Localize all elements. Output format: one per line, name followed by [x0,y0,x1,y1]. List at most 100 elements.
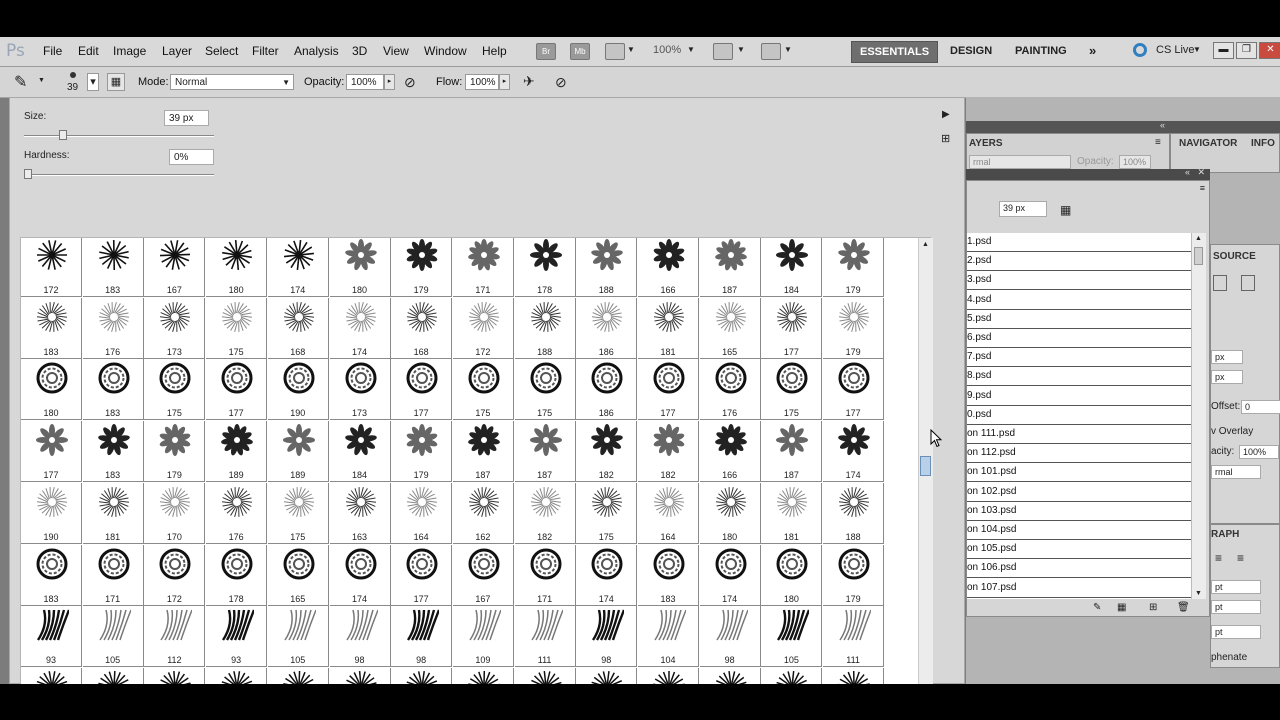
mode-select[interactable]: Normal ▼ [170,74,294,90]
scroll-up-icon[interactable]: ▲ [922,241,929,248]
tab-info[interactable]: INFO [1251,138,1275,149]
pressure-opacity-icon[interactable]: ⊘ [404,74,416,91]
brush-tip-cell[interactable]: 172 [21,238,82,297]
brush-tip-cell[interactable]: 111 [514,606,576,668]
align-right-icon[interactable]: ≡ [1237,551,1244,565]
menu-help[interactable]: Help [482,44,507,58]
brush-tip-cell[interactable]: 167 [452,544,514,606]
chevron-down-icon[interactable]: ▼ [627,45,635,54]
brush-tip-cell[interactable]: 98 [391,606,453,668]
minimize-button[interactable]: ▬ [1213,42,1234,59]
screen-mode-icon[interactable] [761,43,781,60]
brush-file-item[interactable]: 9.psd [967,386,1191,406]
chevron-down-icon[interactable]: ▼ [687,45,695,54]
delete-icon[interactable]: 🗑 [1177,602,1190,613]
brush-tip-cell[interactable]: 175 [514,359,576,421]
panel-menu-icon[interactable]: ≡ [1200,183,1205,193]
brush-tip-cell[interactable]: 171 [82,544,144,606]
brush-tip-cell[interactable]: 178 [206,544,268,606]
brush-tip-cell[interactable]: 174 [699,544,761,606]
brush-tip-cell[interactable]: 171 [452,238,514,297]
show-overlay-checkbox[interactable]: v Overlay [1211,426,1253,437]
brush-file-item[interactable]: on 104.psd [967,521,1191,540]
brush-file-item[interactable]: on 105.psd [967,540,1191,560]
brush-tip-cell[interactable] [576,667,638,684]
brush-tip-cell[interactable] [823,667,885,684]
chevron-down-icon[interactable]: ▼ [38,77,45,84]
brush-tip-cell[interactable]: 109 [452,606,514,668]
chevron-down-icon[interactable]: ▼ [737,45,745,54]
mini-bridge-icon[interactable]: Mb [570,43,590,60]
brush-tip-cell[interactable]: 177 [21,421,82,483]
brush-tip-cell[interactable]: 187 [761,421,823,483]
hardness-slider-thumb[interactable] [24,169,32,179]
brush-tip-cell[interactable]: 176 [82,297,144,359]
brush-tip-cell[interactable]: 174 [329,544,391,606]
brush-tip-cell[interactable]: 183 [82,238,144,297]
brush-panel-icon[interactable]: ▦ [107,73,125,91]
brush-tip-cell[interactable]: 98 [699,606,761,668]
flow-field[interactable]: 100% [465,74,499,90]
brush-tip-cell[interactable]: 187 [452,421,514,483]
brush-tip-cell[interactable] [144,667,206,684]
brush-tip-cell[interactable]: 174 [576,544,638,606]
brush-tip-cell[interactable]: 174 [329,297,391,359]
brush-tip-cell[interactable]: 93 [21,606,82,668]
brush-tip-cell[interactable]: 174 [823,421,885,483]
brush-tip-cell[interactable]: 175 [761,359,823,421]
brush-tip-cell[interactable]: 181 [638,297,699,359]
brush-file-item[interactable]: 8.psd [967,367,1191,387]
brush-tip-cell[interactable]: 162 [452,482,514,544]
close-button[interactable]: ✕ [1259,42,1280,59]
menu-analysis[interactable]: Analysis [294,44,339,58]
pressure-size-icon[interactable]: ⊘ [555,74,567,91]
brush-tip-cell[interactable] [329,667,391,684]
chevron-down-icon[interactable]: ▼ [784,45,792,54]
brush-tip-cell[interactable]: 180 [206,238,268,297]
clone-source-icon[interactable] [1241,275,1255,291]
brush-tip-cell[interactable]: 176 [699,359,761,421]
brush-tip-cell[interactable] [267,667,329,684]
airbrush-icon[interactable]: ✈ [523,73,535,90]
brush-file-item[interactable]: 6.psd [967,329,1191,348]
brush-tip-cell[interactable]: 180 [699,482,761,544]
brush-tip-cell[interactable]: 180 [761,544,823,606]
brush-file-item[interactable]: 4.psd [967,290,1191,310]
file-list-scrollbar[interactable]: ▲ ▼ [1191,233,1206,599]
brush-tip-cell[interactable]: 164 [391,482,453,544]
brush-picker-toggle[interactable]: ▾ [87,73,99,91]
brush-tip-cell[interactable]: 182 [514,482,576,544]
brush-tip-cell[interactable]: 188 [514,297,576,359]
brush-tip-cell[interactable]: 189 [206,421,268,483]
restore-button[interactable]: ❐ [1236,42,1257,59]
brush-file-item[interactable]: 2.psd [967,252,1191,272]
brush-tip-cell[interactable]: 184 [761,238,823,297]
brush-tool-icon[interactable]: ✎ [14,72,27,92]
brush-tip-cell[interactable]: 105 [761,606,823,668]
brush-tip-cell[interactable]: 182 [638,421,699,483]
brush-tip-cell[interactable]: 98 [576,606,638,668]
layers-opacity-field[interactable]: 100% [1119,155,1151,169]
tab-clone-source[interactable]: SOURCE [1213,251,1256,262]
brush-tip-cell[interactable]: 105 [267,606,329,668]
brush-tip-cell[interactable] [699,667,761,684]
menu-filter[interactable]: Filter [252,44,279,58]
clone-source-icon[interactable] [1213,275,1227,291]
brush-tip-cell[interactable]: 188 [823,482,885,544]
brush-tip-cell[interactable]: 186 [576,359,638,421]
brush-file-item[interactable]: 0.psd [967,405,1191,425]
menu-file[interactable]: File [43,44,62,58]
extras-icon[interactable] [605,43,625,60]
brush-tip-cell[interactable]: 167 [144,238,206,297]
indent-field[interactable]: pt [1211,580,1261,594]
brush-tip-cell[interactable]: 166 [638,238,699,297]
brush-tip-cell[interactable]: 165 [699,297,761,359]
brush-tip-cell[interactable]: 174 [267,238,329,297]
preset-options-icon[interactable]: ▦ [1060,203,1071,217]
brush-tip-cell[interactable]: 182 [576,421,638,483]
brush-tip-cell[interactable]: 171 [514,544,576,606]
brush-tip-cell[interactable]: 184 [329,421,391,483]
menu-3d[interactable]: 3D [352,44,367,58]
brush-tip-cell[interactable]: 170 [144,482,206,544]
brush-file-item[interactable]: 7.psd [967,348,1191,368]
